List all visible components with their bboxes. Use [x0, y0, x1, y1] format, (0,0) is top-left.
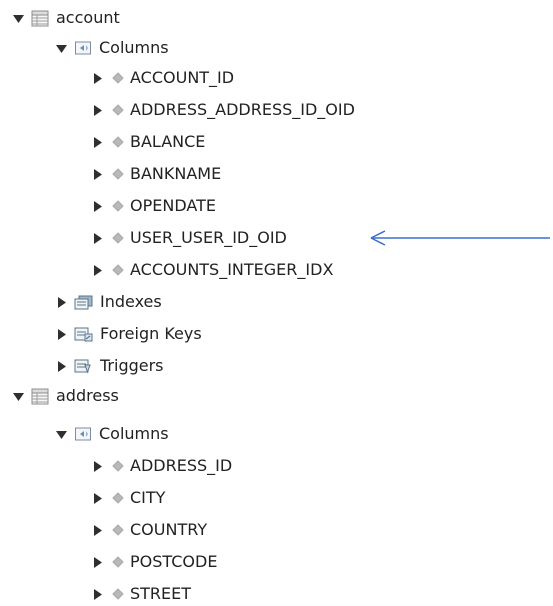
- expand-right-icon[interactable]: [91, 168, 104, 181]
- expand-down-icon[interactable]: [12, 390, 25, 403]
- triggers-icon: [74, 358, 93, 375]
- column-name: ADDRESS_ID: [130, 456, 233, 475]
- expand-right-icon[interactable]: [91, 492, 104, 505]
- expand-right-icon[interactable]: [91, 232, 104, 245]
- expand-right-icon[interactable]: [91, 104, 104, 117]
- column-name: ACCOUNT_ID: [130, 68, 235, 87]
- expand-right-icon[interactable]: [91, 524, 104, 537]
- arrow-icon: [370, 230, 550, 246]
- column-node[interactable]: COUNTRY: [91, 518, 207, 542]
- column-name: ADDRESS_ADDRESS_ID_OID: [130, 100, 355, 119]
- table-node-address[interactable]: address: [12, 384, 119, 408]
- column-node[interactable]: USER_USER_ID_OID: [91, 226, 287, 250]
- folder-node-foreign-keys[interactable]: Foreign Keys: [55, 322, 202, 346]
- column-name: BANKNAME: [130, 164, 222, 183]
- column-diamond-icon: [112, 104, 124, 116]
- column-diamond-icon: [112, 588, 124, 600]
- column-diamond-icon: [112, 556, 124, 568]
- column-node[interactable]: ACCOUNT_ID: [91, 66, 234, 90]
- column-diamond-icon: [112, 200, 124, 212]
- indexes-icon: [74, 294, 93, 311]
- expand-right-icon[interactable]: [91, 136, 104, 149]
- column-diamond-icon: [112, 460, 124, 472]
- expand-right-icon[interactable]: [91, 264, 104, 277]
- folder-node-columns[interactable]: Columns: [55, 36, 169, 60]
- column-node[interactable]: ADDRESS_ADDRESS_ID_OID: [91, 98, 355, 122]
- folder-node-indexes[interactable]: Indexes: [55, 290, 162, 314]
- column-diamond-icon: [112, 72, 124, 84]
- column-node[interactable]: BANKNAME: [91, 162, 221, 186]
- column-node[interactable]: POSTCODE: [91, 550, 217, 574]
- columns-folder-icon: [74, 40, 92, 56]
- expand-right-icon[interactable]: [91, 72, 104, 85]
- column-name: POSTCODE: [130, 552, 218, 571]
- column-name: CITY: [130, 488, 166, 507]
- table-node-account[interactable]: account: [12, 6, 120, 30]
- expand-right-icon[interactable]: [55, 360, 68, 373]
- expand-right-icon[interactable]: [55, 296, 68, 309]
- column-name: USER_USER_ID_OID: [130, 228, 287, 247]
- column-name: BALANCE: [130, 132, 206, 151]
- column-diamond-icon: [112, 232, 124, 244]
- table-icon: [31, 388, 49, 405]
- folder-node-columns[interactable]: Columns: [55, 422, 169, 446]
- table-name-address: address: [56, 386, 119, 405]
- folder-label-foreign-keys: Foreign Keys: [100, 324, 202, 343]
- column-node[interactable]: BALANCE: [91, 130, 205, 154]
- columns-folder-icon: [74, 426, 92, 442]
- folder-label-triggers: Triggers: [100, 356, 164, 375]
- foreign-keys-icon: [74, 326, 93, 343]
- expand-right-icon[interactable]: [91, 556, 104, 569]
- column-name: OPENDATE: [130, 196, 216, 215]
- folder-label-columns: Columns: [99, 38, 169, 57]
- column-diamond-icon: [112, 136, 124, 148]
- annotation-arrow: [369, 226, 551, 250]
- expand-down-icon[interactable]: [55, 42, 68, 55]
- expand-right-icon[interactable]: [91, 200, 104, 213]
- column-name: COUNTRY: [130, 520, 208, 539]
- column-node[interactable]: STREET: [91, 582, 191, 606]
- column-diamond-icon: [112, 264, 124, 276]
- schema-tree: account Columns ACCOUNT_ID ADDRESS_ADDRE…: [0, 0, 553, 606]
- folder-label-indexes: Indexes: [100, 292, 162, 311]
- folder-label-columns: Columns: [99, 424, 169, 443]
- table-name-account: account: [56, 8, 120, 27]
- column-node[interactable]: ADDRESS_ID: [91, 454, 232, 478]
- expand-right-icon[interactable]: [55, 328, 68, 341]
- column-diamond-icon: [112, 492, 124, 504]
- expand-down-icon[interactable]: [55, 428, 68, 441]
- expand-right-icon[interactable]: [91, 460, 104, 473]
- table-icon: [31, 10, 49, 27]
- column-name: ACCOUNTS_INTEGER_IDX: [130, 260, 334, 279]
- expand-down-icon[interactable]: [12, 12, 25, 25]
- folder-node-triggers[interactable]: Triggers: [55, 354, 164, 378]
- column-node[interactable]: CITY: [91, 486, 165, 510]
- column-diamond-icon: [112, 524, 124, 536]
- column-node[interactable]: OPENDATE: [91, 194, 216, 218]
- column-diamond-icon: [112, 168, 124, 180]
- column-node[interactable]: ACCOUNTS_INTEGER_IDX: [91, 258, 333, 282]
- column-name: STREET: [130, 584, 192, 603]
- expand-right-icon[interactable]: [91, 588, 104, 601]
